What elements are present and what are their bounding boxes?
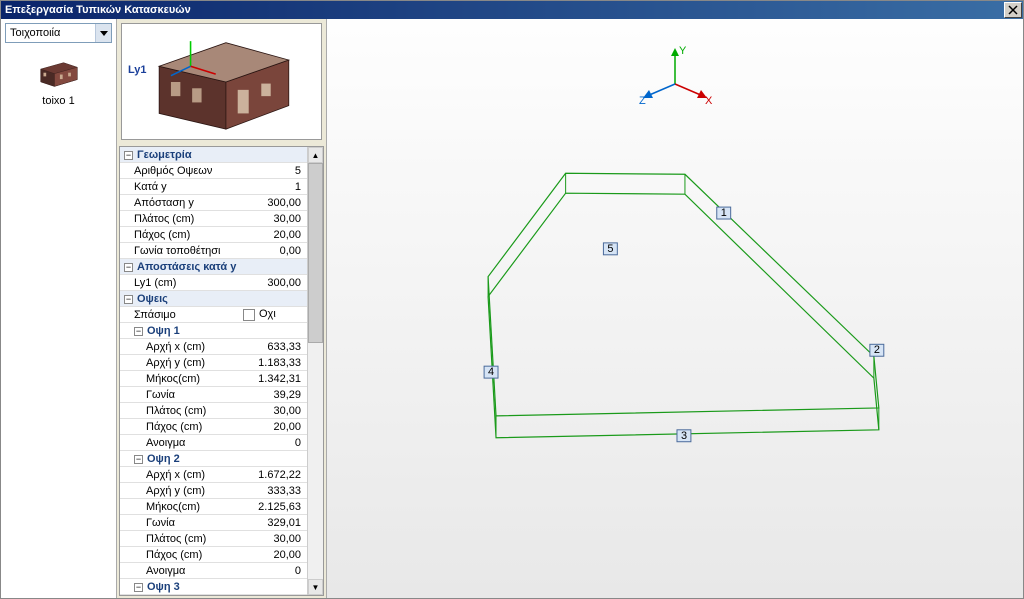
row-value[interactable]: 30,00 bbox=[243, 405, 307, 417]
row-label[interactable]: Γωνία bbox=[120, 517, 243, 529]
face-label-1: 1 bbox=[721, 207, 727, 219]
row-value[interactable]: 300,00 bbox=[243, 197, 307, 209]
row-value[interactable]: 633,33 bbox=[243, 341, 307, 353]
property-grid: −Γεωμετρία Αριθμός Οψεων5 Κατά y1 Απόστα… bbox=[119, 146, 324, 596]
type-combo[interactable]: Τοιχοποιία bbox=[5, 23, 112, 43]
section-faces[interactable]: −Οψεις bbox=[120, 293, 307, 305]
chevron-down-icon bbox=[100, 31, 108, 36]
row-label[interactable]: Γωνία bbox=[120, 389, 243, 401]
row-value[interactable]: 1.672,22 bbox=[243, 469, 307, 481]
combo-arrow[interactable] bbox=[95, 24, 111, 42]
row-label[interactable]: Γωνία τοποθέτησι bbox=[120, 245, 243, 257]
section-geometry[interactable]: −Γεωμετρία bbox=[120, 149, 307, 161]
section-face1[interactable]: −Οψη 1 bbox=[120, 325, 307, 337]
row-value[interactable]: 5 bbox=[243, 165, 307, 177]
row-label[interactable]: Ly1 (cm) bbox=[120, 277, 243, 289]
item-label: toixo 1 bbox=[42, 95, 74, 107]
row-label[interactable]: Σπάσιμο bbox=[120, 309, 243, 321]
collapse-icon[interactable]: − bbox=[124, 295, 133, 304]
row-value[interactable]: 0,00 bbox=[243, 245, 307, 257]
checkbox-icon[interactable] bbox=[243, 309, 255, 321]
collapse-icon[interactable]: − bbox=[134, 327, 143, 336]
row-value[interactable]: Οχι bbox=[243, 308, 307, 320]
row-value[interactable]: 20,00 bbox=[243, 229, 307, 241]
collapse-icon[interactable]: − bbox=[134, 455, 143, 464]
row-value[interactable]: 1.342,31 bbox=[243, 373, 307, 385]
face-label-5: 5 bbox=[607, 243, 613, 255]
row-value[interactable]: 30,00 bbox=[243, 213, 307, 225]
row-value[interactable]: 329,01 bbox=[243, 517, 307, 529]
row-value[interactable]: 0 bbox=[243, 565, 307, 577]
row-value[interactable]: 300,00 bbox=[243, 277, 307, 289]
scroll-up-button[interactable]: ▲ bbox=[308, 147, 323, 163]
row-label[interactable]: Αρχή y (cm) bbox=[120, 485, 243, 497]
element-item[interactable]: toixo 1 bbox=[1, 59, 116, 107]
collapse-icon[interactable]: − bbox=[124, 151, 133, 160]
section-distances[interactable]: −Αποστάσεις κατά y bbox=[120, 261, 307, 273]
title-bar: Επεξεργασία Τυπικών Κατασκευών bbox=[1, 1, 1023, 19]
row-label[interactable]: Μήκος(cm) bbox=[120, 501, 243, 513]
grid-rows: −Γεωμετρία Αριθμός Οψεων5 Κατά y1 Απόστα… bbox=[120, 147, 307, 595]
scroll-down-button[interactable]: ▼ bbox=[308, 579, 323, 595]
scroll-thumb[interactable] bbox=[308, 163, 323, 343]
house-thumb-icon bbox=[34, 59, 84, 91]
collapse-icon[interactable]: − bbox=[124, 263, 133, 272]
row-label[interactable]: Μήκος(cm) bbox=[120, 373, 243, 385]
mid-panel: Ly1 −Γεωμετρία Αριθμός Οψεων5 Κατά y1 Απ… bbox=[117, 19, 327, 598]
row-value[interactable]: 1 bbox=[243, 181, 307, 193]
collapse-icon[interactable]: − bbox=[134, 583, 143, 592]
row-label[interactable]: Αρχή x (cm) bbox=[120, 469, 243, 481]
main-window: Επεξεργασία Τυπικών Κατασκευών Τοιχοποιί… bbox=[0, 0, 1024, 599]
grid-scrollbar[interactable]: ▲ ▼ bbox=[307, 147, 323, 595]
row-label[interactable]: Πλάτος (cm) bbox=[120, 405, 243, 417]
row-label[interactable]: Πάχος (cm) bbox=[120, 549, 243, 561]
face-label-4: 4 bbox=[488, 366, 494, 378]
row-value[interactable]: 39,29 bbox=[243, 389, 307, 401]
house-preview-icon bbox=[142, 27, 302, 137]
window-title: Επεξεργασία Τυπικών Κατασκευών bbox=[5, 4, 191, 16]
combo-value: Τοιχοποιία bbox=[10, 27, 60, 39]
row-value[interactable]: 20,00 bbox=[243, 549, 307, 561]
row-label[interactable]: Ανοιγμα bbox=[120, 565, 243, 577]
row-label[interactable]: Κατά y bbox=[120, 181, 243, 193]
row-value[interactable]: 2.125,63 bbox=[243, 501, 307, 513]
row-label[interactable]: Αρχή y (cm) bbox=[120, 357, 243, 369]
face-label-3: 3 bbox=[681, 430, 687, 442]
body-area: Τοιχοποιία toixo 1 bbox=[1, 19, 1023, 598]
section-face2[interactable]: −Οψη 2 bbox=[120, 453, 307, 465]
row-label[interactable]: Πάχος (cm) bbox=[120, 421, 243, 433]
row-label[interactable]: Πλάτος (cm) bbox=[120, 213, 243, 225]
row-label[interactable]: Ανοιγμα bbox=[120, 437, 243, 449]
row-label[interactable]: Αριθμός Οψεων bbox=[120, 165, 243, 177]
row-label[interactable]: Πάχος (cm) bbox=[120, 229, 243, 241]
row-value[interactable]: 1.183,33 bbox=[243, 357, 307, 369]
wireframe-shape: 1 2 3 4 5 bbox=[327, 19, 1023, 598]
viewport-3d[interactable]: Y X Z 1 2 3 bbox=[327, 19, 1023, 598]
row-value[interactable]: 20,00 bbox=[243, 421, 307, 433]
row-value[interactable]: 333,33 bbox=[243, 485, 307, 497]
row-label[interactable]: Απόσταση y bbox=[120, 197, 243, 209]
section-face3[interactable]: −Οψη 3 bbox=[120, 581, 307, 593]
preview-ly1-label: Ly1 bbox=[128, 64, 147, 76]
preview-box: Ly1 bbox=[121, 23, 322, 140]
close-button[interactable] bbox=[1004, 2, 1022, 18]
close-icon bbox=[1008, 5, 1018, 15]
left-panel: Τοιχοποιία toixo 1 bbox=[1, 19, 117, 598]
row-label[interactable]: Αρχή x (cm) bbox=[120, 341, 243, 353]
row-label[interactable]: Πλάτος (cm) bbox=[120, 533, 243, 545]
row-value[interactable]: 0 bbox=[243, 437, 307, 449]
row-value[interactable]: 30,00 bbox=[243, 533, 307, 545]
face-label-2: 2 bbox=[874, 344, 880, 356]
